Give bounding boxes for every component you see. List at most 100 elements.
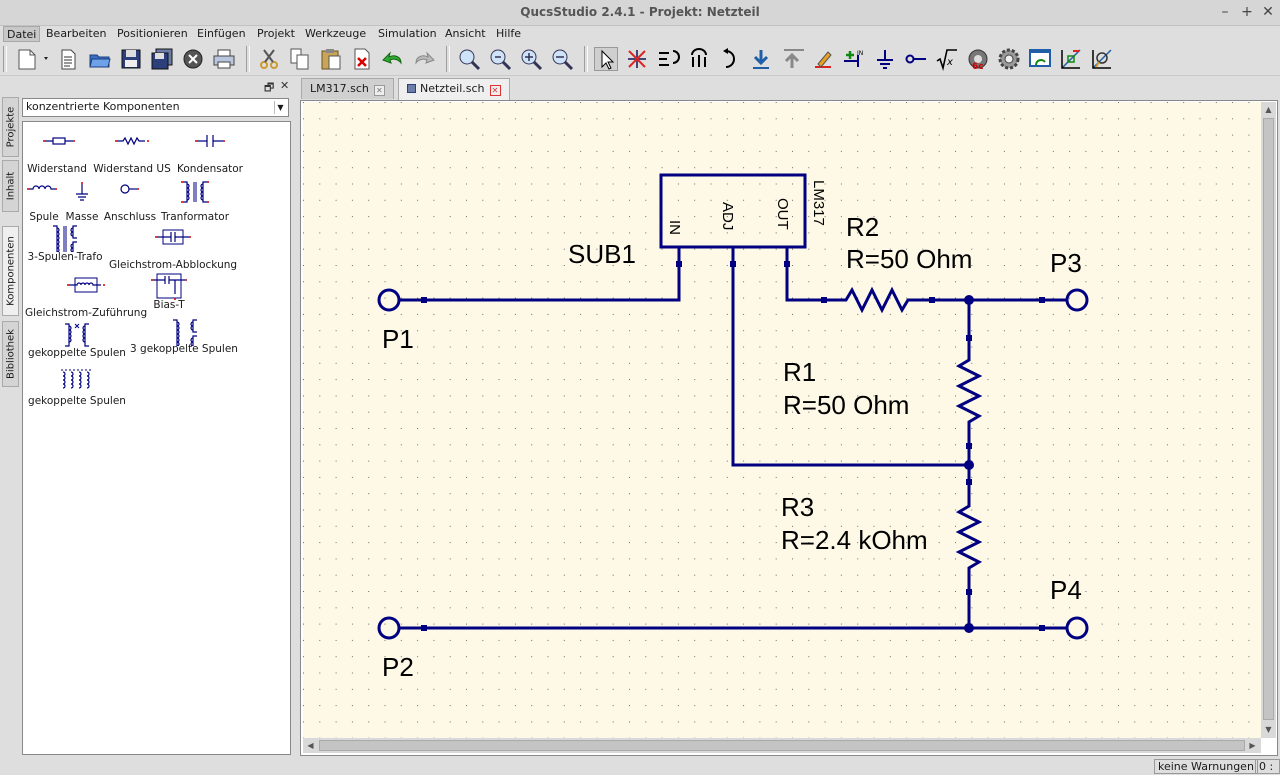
component-resistor-us[interactable]: Widerstand US: [91, 132, 173, 175]
minimize-button[interactable]: –: [1216, 3, 1234, 21]
new-file-icon[interactable]: [14, 47, 52, 71]
set-marker-icon[interactable]: [1059, 47, 1083, 71]
menu-positionieren[interactable]: Positionieren: [114, 26, 191, 42]
menu-simulation[interactable]: Simulation: [375, 26, 440, 42]
svg-text:6c: 6c: [972, 62, 984, 71]
scroll-down-icon[interactable]: ▼: [1262, 723, 1275, 736]
close-document-icon[interactable]: [181, 47, 205, 71]
component-3-coupled-inductors[interactable]: 3 gekoppelte Spulen: [129, 318, 239, 355]
insert-equation-icon[interactable]: x: [935, 47, 959, 71]
dock-close-icon[interactable]: ✕: [280, 79, 289, 92]
svg-text:x: x: [946, 57, 953, 68]
horizontal-scrollbar[interactable]: ◀ ▶: [303, 738, 1261, 753]
select-pointer-icon[interactable]: [594, 47, 618, 71]
component-3-coil-transformer[interactable]: 3-Spulen-Trafo: [25, 224, 105, 263]
menu-bearbeiten[interactable]: Bearbeiten: [43, 26, 109, 42]
title-bar: QucsStudio 2.4.1 - Projekt: Netzteil – +…: [0, 0, 1280, 26]
simulate-icon[interactable]: 6c: [966, 47, 990, 72]
component-inductor[interactable]: Spule: [25, 180, 63, 223]
subcircuit-type: LM317: [810, 180, 827, 226]
component-resistor[interactable]: Widerstand: [25, 132, 89, 175]
dock-header: 🗗 ✕: [22, 79, 292, 94]
insert-label-icon[interactable]: [811, 47, 835, 71]
mirror-x-icon[interactable]: [656, 47, 680, 71]
undo-icon[interactable]: [381, 47, 405, 71]
scroll-left-icon[interactable]: ◀: [304, 739, 317, 752]
menu-projekt[interactable]: Projekt: [254, 26, 298, 42]
cut-icon[interactable]: [257, 47, 281, 71]
scroll-up-icon[interactable]: ▲: [1262, 103, 1275, 116]
save-all-icon[interactable]: [150, 47, 174, 71]
component-dc-block[interactable]: Gleichstrom-Abblockung: [107, 228, 239, 271]
component-multi-coupled-inductors[interactable]: gekoppelte Spulen: [25, 368, 129, 407]
tab-netzteil[interactable]: Netzteil.sch ✕: [398, 78, 510, 100]
menu-bar: Datei Bearbeiten Positionieren Einfügen …: [0, 26, 1280, 42]
menu-werkzeuge[interactable]: Werkzeuge: [302, 26, 369, 42]
print-icon[interactable]: [212, 47, 236, 71]
component-dc-feed[interactable]: Gleichstrom-Zuführung: [25, 276, 147, 319]
show-last-messages-icon[interactable]: [1090, 47, 1114, 71]
pin-label-adj: ADJ: [719, 202, 736, 230]
tab-projekte[interactable]: Projekte: [2, 97, 19, 157]
component-category-select[interactable]: konzentrierte Komponenten ▼: [22, 98, 289, 117]
vertical-scroll-thumb[interactable]: [1263, 118, 1274, 720]
copy-icon[interactable]: [288, 47, 312, 71]
transformer-icon: [181, 181, 209, 203]
insert-wire-icon[interactable]: [904, 47, 928, 71]
dock-float-icon[interactable]: 🗗: [264, 79, 274, 98]
toolbar-separator: [246, 46, 250, 72]
component-bias-t[interactable]: Bias-T: [149, 272, 189, 311]
chevron-down-icon[interactable]: ▼: [274, 101, 286, 114]
zoom-fit-icon[interactable]: [457, 47, 481, 71]
rotate-icon[interactable]: [718, 47, 742, 71]
ground-icon: [76, 182, 88, 201]
schematic-canvas[interactable]: IN ADJ OUT LM317 SUB1 R2 R=50 Ohm R1 R=5…: [303, 102, 1261, 738]
settings-gear-icon[interactable]: [997, 47, 1021, 71]
new-text-icon[interactable]: [56, 47, 80, 71]
delete-icon[interactable]: [350, 47, 374, 71]
menu-ansicht[interactable]: Ansicht: [442, 26, 489, 42]
menu-einfuegen[interactable]: Einfügen: [194, 26, 249, 42]
svg-text:IN: IN: [857, 50, 863, 57]
horizontal-scroll-thumb[interactable]: [319, 740, 1245, 751]
component-ground[interactable]: Masse: [63, 180, 101, 223]
dc-feed-icon: [67, 277, 105, 293]
mirror-y-icon[interactable]: [687, 47, 711, 71]
zoom-in-icon[interactable]: [519, 47, 543, 71]
insert-port-icon[interactable]: IN: [842, 47, 866, 71]
port-p4-label: P4: [1050, 575, 1082, 605]
inductor-icon: [27, 185, 57, 190]
vertical-scrollbar[interactable]: ▲ ▼: [1261, 102, 1276, 738]
scroll-right-icon[interactable]: ▶: [1246, 739, 1259, 752]
leave-subcircuit-icon[interactable]: [780, 47, 804, 71]
component-transformer[interactable]: Tranformator: [161, 180, 229, 223]
tab-komponenten[interactable]: Komponenten: [2, 226, 19, 316]
insert-ground-icon[interactable]: [873, 47, 897, 71]
component-port[interactable]: Anschluss: [101, 180, 159, 223]
menu-hilfe[interactable]: Hilfe: [493, 26, 524, 42]
redo-icon[interactable]: [412, 47, 436, 71]
component-coupled-inductors[interactable]: gekoppelte Spulen: [25, 320, 129, 359]
component-list: Widerstand Widerstand US Kondensator Spu…: [22, 121, 291, 755]
tab-close-icon[interactable]: ✕: [489, 85, 501, 96]
zoom-out-icon[interactable]: [550, 47, 574, 71]
tab-close-icon[interactable]: ✕: [373, 85, 385, 96]
schematic-file-icon: [407, 84, 416, 93]
open-folder-icon[interactable]: [88, 47, 112, 71]
zoom-1-1-icon[interactable]: [488, 47, 512, 71]
save-icon[interactable]: [119, 47, 143, 71]
tab-lm317[interactable]: LM317.sch ✕: [301, 78, 394, 99]
maximize-button[interactable]: +: [1238, 3, 1256, 21]
r2-name: R2: [846, 212, 879, 242]
deactivate-icon[interactable]: [625, 47, 649, 71]
tab-inhalt[interactable]: Inhalt: [2, 160, 19, 212]
component-capacitor[interactable]: Kondensator: [173, 132, 247, 175]
junction: [964, 295, 974, 305]
menu-datei[interactable]: Datei: [3, 26, 41, 42]
view-data-display-icon[interactable]: [1028, 47, 1052, 71]
paste-icon[interactable]: [319, 47, 343, 71]
close-button[interactable]: ✕: [1259, 3, 1277, 21]
three-coil-transformer-icon: [53, 225, 77, 255]
tab-bibliothek[interactable]: Bibliothek: [2, 321, 19, 387]
enter-subcircuit-icon[interactable]: [749, 47, 773, 71]
